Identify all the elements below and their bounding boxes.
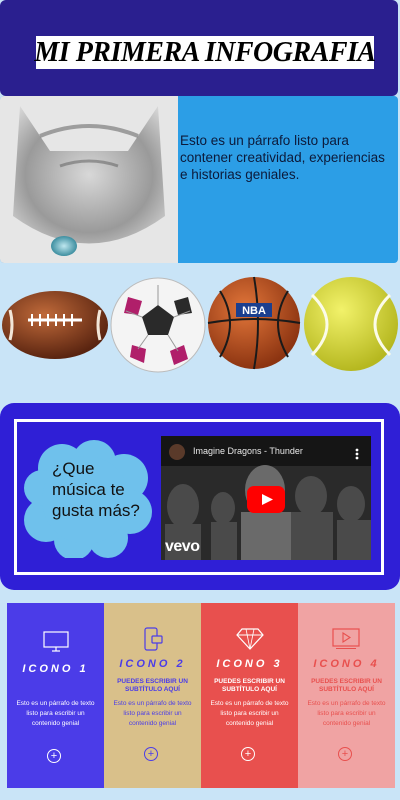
card-text: Esto es un párrafo de texto listo para e… [16,700,95,727]
video-player-icon [332,628,360,649]
card-title: ICONO 3 [216,658,283,670]
plus-icon[interactable]: + [241,747,255,761]
plus-icon[interactable]: + [338,747,352,761]
intro-section: Esto es un párrafo listo para contener c… [0,96,398,263]
card-subtitle: PUEDES ESCRIBIR UN SUBTÍTULO AQUÍ [311,678,382,693]
card-text: Esto es un párrafo de texto listo para e… [210,700,289,727]
card-text: Esto es un párrafo de texto listo para e… [307,700,386,727]
card-title: ICONO 4 [313,658,380,670]
card-title: ICONO 1 [22,663,89,675]
card-title: ICONO 2 [119,658,186,670]
video-player[interactable]: Imagine Dragons - Thunder vevo [161,436,371,560]
american-football-photo [2,291,108,359]
diamond-icon [236,628,264,650]
intro-paragraph: Esto es un párrafo listo para contener c… [180,133,385,182]
card-subtitle: PUEDES ESCRIBIR UN SUBTÍTULO AQUÍ [117,678,188,693]
music-question: ¿Que música te gusta más? [52,459,140,520]
icon-card-1: ICONO 1 Esto es un párrafo de texto list… [7,603,104,788]
title-box: MI PRIMERA INFOGRAFIA [34,36,376,69]
plus-icon[interactable]: + [47,749,61,763]
page-title: MI PRIMERA INFOGRAFIA [34,36,376,68]
card-text: Esto es un párrafo de texto listo para e… [113,700,192,727]
basketball-photo: NBA [207,276,301,370]
card-subtitle: PUEDES ESCRIBIR UN SUBTÍTULO AQUÍ [214,678,285,693]
monitor-icon [43,631,69,652]
tennis-ball-photo [304,277,398,371]
icon-card-4: ICONO 4 PUEDES ESCRIBIR UN SUBTÍTULO AQU… [298,603,395,788]
vevo-logo: vevo [165,538,200,555]
phone-chat-icon [144,627,163,651]
play-button-icon[interactable] [247,486,285,513]
soccer-ball-photo [110,277,206,373]
video-title: Imagine Dragons - Thunder [193,446,303,456]
icon-card-3: ICONO 3 PUEDES ESCRIBIR UN SUBTÍTULO AQU… [201,603,298,788]
plus-icon[interactable]: + [144,747,158,761]
cat-photo [0,96,178,263]
icon-card-2: ICONO 2 PUEDES ESCRIBIR UN SUBTÍTULO AQU… [104,603,201,788]
svg-text:NBA: NBA [242,305,266,317]
